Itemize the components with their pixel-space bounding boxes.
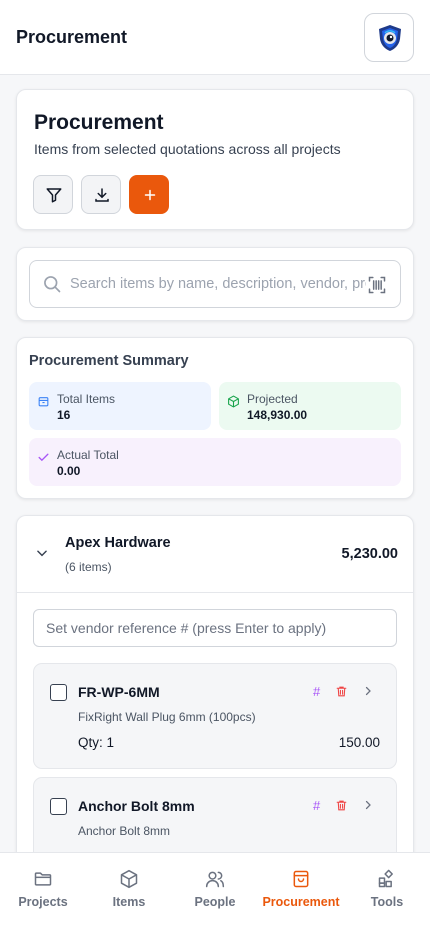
logo-button[interactable]	[364, 13, 414, 62]
reference-hash-icon[interactable]: #	[313, 684, 320, 699]
procurement-summary-card: Procurement Summary Total Items 16 Proje…	[16, 337, 414, 499]
item-code: FR-WP-6MM	[78, 684, 160, 700]
search-icon	[44, 276, 61, 293]
download-button[interactable]	[81, 175, 121, 214]
item-quantity: Qty: 1	[78, 735, 115, 750]
app-title: Procurement	[16, 27, 128, 47]
item-checkbox[interactable]	[50, 684, 67, 701]
total-items-value: 16	[57, 408, 71, 422]
nav-label: Procurement	[262, 895, 340, 909]
people-icon	[205, 871, 225, 888]
bottom-navigation: Projects Items People Procurement Tools	[0, 852, 430, 932]
actual-total-label: Actual Total	[57, 448, 119, 462]
actual-total-tile: Actual Total 0.00	[29, 438, 401, 486]
search-input[interactable]	[70, 273, 366, 295]
nav-projects[interactable]: Projects	[14, 853, 72, 923]
shield-eye-logo-icon	[379, 25, 401, 51]
vendor-reference-input[interactable]	[33, 609, 397, 647]
page-subtitle: Items from selected quotations across al…	[34, 141, 341, 157]
projected-label: Projected	[247, 392, 298, 406]
chevron-right-icon[interactable]	[362, 799, 374, 811]
vendor-total: 5,230.00	[341, 546, 398, 562]
nav-label: People	[194, 895, 236, 909]
search-box	[29, 260, 401, 308]
chevron-right-icon[interactable]	[362, 685, 374, 697]
nav-label: Tools	[370, 895, 404, 909]
plus-icon	[144, 189, 156, 201]
actual-total-value: 0.00	[57, 464, 81, 478]
item-checkbox[interactable]	[50, 798, 67, 815]
trash-icon[interactable]	[335, 685, 348, 698]
chevron-down-icon[interactable]	[35, 546, 49, 560]
box-icon	[120, 869, 138, 889]
nav-people[interactable]: People	[190, 853, 240, 923]
trash-icon[interactable]	[335, 799, 348, 812]
nav-label: Items	[112, 895, 146, 909]
nav-procurement[interactable]: Procurement	[262, 853, 340, 923]
page-title: Procurement	[34, 111, 164, 134]
check-icon	[38, 453, 49, 462]
total-items-tile: Total Items 16	[29, 382, 211, 430]
procurement-header-card: Procurement Items from selected quotatio…	[16, 89, 414, 230]
vendor-group-header[interactable]: Apex Hardware (6 items) 5,230.00	[17, 516, 413, 593]
total-items-label: Total Items	[57, 392, 116, 406]
list-item[interactable]: FR-WP-6MM # FixRight Wall Plug 6mm (100p…	[33, 663, 397, 769]
vendor-item-count: (6 items)	[65, 560, 112, 574]
search-card	[16, 247, 414, 321]
summary-title: Procurement Summary	[29, 353, 189, 369]
item-description: FixRight Wall Plug 6mm (100pcs)	[78, 710, 256, 724]
folder-icon	[34, 872, 52, 886]
tools-grid-icon	[378, 869, 393, 888]
filter-button[interactable]	[33, 175, 73, 214]
vendor-name: Apex Hardware	[65, 535, 171, 551]
box-icon	[38, 397, 49, 407]
reference-hash-icon[interactable]: #	[313, 798, 320, 813]
top-app-bar: Procurement	[0, 0, 430, 75]
nav-tools[interactable]: Tools	[364, 853, 410, 923]
package-icon	[228, 395, 239, 408]
projected-value: 148,930.00	[247, 408, 308, 422]
projected-tile: Projected 148,930.00	[219, 382, 401, 430]
add-item-button[interactable]	[129, 175, 169, 214]
download-icon	[95, 188, 109, 202]
item-description: Anchor Bolt 8mm	[78, 824, 171, 838]
item-code: Anchor Bolt 8mm	[78, 798, 195, 814]
barcode-scan-icon[interactable]	[367, 275, 387, 295]
nav-items[interactable]: Items	[104, 853, 154, 923]
nav-label: Projects	[18, 895, 68, 909]
item-price: 150.00	[338, 735, 380, 750]
shopping-bag-icon	[293, 870, 309, 888]
filter-icon	[46, 188, 62, 203]
